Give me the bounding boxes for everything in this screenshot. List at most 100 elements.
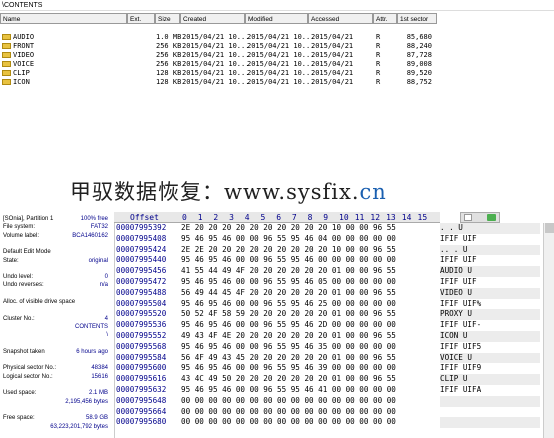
- column-header-attr[interactable]: Attr.: [373, 13, 397, 24]
- column-header-size[interactable]: Size: [155, 13, 180, 24]
- text-row[interactable]: IFIF UIF5: [440, 341, 540, 353]
- file-row[interactable]: VOICE 256 KB 2015/04/21 10... 2015/04/21 10…: [0, 60, 554, 69]
- text-row[interactable]: IFIF UIF9: [440, 363, 540, 375]
- hex-bytes[interactable]: 95 46 95 46 00 00 96 55 95 46 05 00 00 0…: [181, 277, 396, 288]
- text-row[interactable]: AUDIO U: [440, 266, 540, 277]
- hex-column-label: 10: [339, 213, 349, 222]
- hex-offset: 00007995472: [116, 277, 167, 286]
- column-header-modified[interactable]: Modified: [245, 13, 308, 24]
- hex-bytes[interactable]: 95 46 95 46 00 00 96 55 95 46 39 00 00 0…: [181, 363, 396, 374]
- hex-row[interactable]: 00007995616 43 4C 49 50 20 20 20 20 20 20…: [114, 374, 440, 385]
- info-line: [3, 265, 111, 273]
- info-line: 63,223,201,792 bytes: [3, 423, 111, 431]
- info-label: Snapshot taken: [3, 348, 45, 355]
- hex-row[interactable]: 00007995536 95 46 95 46 00 00 96 55 95 46…: [114, 320, 440, 331]
- file-created-cell: 2015/04/21 10...: [182, 33, 250, 41]
- column-header-created[interactable]: Created: [180, 13, 245, 24]
- text-row[interactable]: IFIF UIF: [440, 255, 540, 267]
- text-row[interactable]: [440, 417, 540, 429]
- hex-row[interactable]: 00007995648 00 00 00 00 00 00 00 00 00 00…: [114, 396, 440, 407]
- info-line: 2,195,456 bytes: [3, 398, 111, 406]
- info-value: 0: [104, 274, 108, 281]
- text-row[interactable]: [440, 395, 540, 407]
- hex-row[interactable]: 00007995504 95 46 95 46 00 00 96 55 95 46…: [114, 299, 440, 310]
- text-row[interactable]: IFIF UIF-: [440, 320, 540, 331]
- column-header-name[interactable]: Name: [0, 13, 127, 24]
- text-row[interactable]: VOICE U: [440, 352, 540, 364]
- info-label: Alloc. of visible drive space: [3, 299, 76, 305]
- column-header-sector[interactable]: 1st sector: [397, 13, 437, 24]
- text-row[interactable]: . . U: [440, 223, 540, 234]
- hex-row[interactable]: 00007995392 2E 20 20 20 20 20 20 20 20 20…: [114, 223, 440, 234]
- hex-offset: 00007995504: [116, 298, 167, 308]
- info-value: 48384: [91, 365, 108, 372]
- hex-bytes[interactable]: 95 46 95 46 00 00 96 55 95 46 35 00 00 0…: [181, 342, 396, 353]
- file-accessed-cell: 2015/04/21: [311, 78, 354, 86]
- hex-row[interactable]: 00007995680 00 00 00 00 00 00 00 00 00 00…: [114, 417, 440, 428]
- hex-row[interactable]: 00007995568 95 46 95 46 00 00 96 55 95 46…: [114, 342, 440, 353]
- hex-offset: 00007995584: [116, 352, 167, 362]
- info-line: Undo reverses: n/a: [3, 281, 111, 289]
- hex-row[interactable]: 00007995472 95 46 95 46 00 00 96 55 95 46…: [114, 277, 440, 288]
- hex-bytes[interactable]: 00 00 00 00 00 00 00 00 00 00 00 00 00 0…: [181, 396, 396, 407]
- text-row[interactable]: ICON U: [440, 331, 540, 342]
- hex-row[interactable]: 00007995632 95 46 95 46 00 00 96 55 95 46…: [114, 385, 440, 396]
- column-header-accessed[interactable]: Accessed: [308, 13, 373, 24]
- hex-bytes[interactable]: 49 43 4F 4E 20 20 20 20 20 20 20 01 00 0…: [181, 331, 396, 342]
- info-label: State:: [3, 257, 19, 264]
- panel-toggle[interactable]: [460, 212, 500, 223]
- info-line: \: [3, 331, 111, 339]
- vertical-scrollbar[interactable]: [543, 223, 554, 438]
- hex-bytes[interactable]: 95 46 95 46 00 00 96 55 95 46 04 00 00 0…: [181, 234, 396, 245]
- hex-bytes[interactable]: 41 55 44 49 4F 20 20 20 20 20 20 01 00 0…: [181, 266, 396, 277]
- hex-bytes[interactable]: 00 00 00 00 00 00 00 00 00 00 00 00 00 0…: [181, 407, 396, 418]
- hex-bytes[interactable]: 00 00 00 00 00 00 00 00 00 00 00 00 00 0…: [181, 417, 396, 428]
- hex-row[interactable]: 00007995600 95 46 95 46 00 00 96 55 95 46…: [114, 363, 440, 374]
- hex-bytes[interactable]: 2E 2E 20 20 20 20 20 20 20 20 20 10 00 0…: [181, 245, 396, 256]
- hex-bytes[interactable]: 95 46 95 46 00 00 96 55 95 46 00 00 00 0…: [181, 255, 396, 266]
- folder-icon: [2, 70, 11, 76]
- hex-bytes[interactable]: 95 46 95 46 00 00 96 55 95 46 2D 00 00 0…: [181, 320, 396, 331]
- hex-row[interactable]: 00007995424 2E 2E 20 20 20 20 20 20 20 20…: [114, 245, 440, 256]
- file-row[interactable]: CLIP 128 KB 2015/04/21 10... 2015/04/21 10.…: [0, 69, 554, 78]
- file-row[interactable]: ICON 128 KB 2015/04/21 10... 2015/04/21 10.…: [0, 78, 554, 87]
- hex-row[interactable]: 00007995456 41 55 44 49 4F 20 20 20 20 20…: [114, 266, 440, 277]
- text-row[interactable]: IFIF UIFA: [440, 385, 540, 396]
- column-header-ext[interactable]: Ext.: [127, 13, 155, 24]
- offset-header: Offset: [130, 213, 159, 222]
- folder-icon: [2, 43, 11, 49]
- text-row[interactable]: IFIF UIF%: [440, 298, 540, 310]
- hex-bytes[interactable]: 50 52 4F 58 59 20 20 20 20 20 20 01 00 0…: [181, 309, 396, 320]
- file-row[interactable]: FRONT 256 KB 2015/04/21 10... 2015/04/21 10…: [0, 42, 554, 51]
- hex-bytes[interactable]: 56 49 44 45 4F 20 20 20 20 20 20 01 00 0…: [181, 288, 396, 299]
- text-row[interactable]: CLIP U: [440, 374, 540, 385]
- file-sector-cell: 88,752: [406, 78, 432, 86]
- file-modified-cell: 2015/04/21 10...: [247, 60, 315, 68]
- file-row[interactable]: AUDIO 1.0 MB 2015/04/21 10... 2015/04/21 10…: [0, 33, 554, 42]
- file-created-cell: 2015/04/21 10...: [182, 78, 250, 86]
- text-row[interactable]: .. . U: [440, 244, 540, 256]
- text-row[interactable]: IFIF UIF: [440, 277, 540, 288]
- text-row[interactable]: IFIF UIF: [440, 233, 540, 245]
- scroll-thumb[interactable]: [545, 223, 554, 233]
- hex-row[interactable]: 00007995664 00 00 00 00 00 00 00 00 00 00…: [114, 407, 440, 418]
- hex-bytes[interactable]: 95 46 95 46 00 00 96 55 95 46 25 00 00 0…: [181, 299, 396, 310]
- file-created-cell: 2015/04/21 10...: [182, 60, 250, 68]
- hex-bytes[interactable]: 43 4C 49 50 20 20 20 20 20 20 20 01 00 0…: [181, 374, 396, 385]
- hex-row[interactable]: 00007995520 50 52 4F 58 59 20 20 20 20 20…: [114, 309, 440, 320]
- file-list[interactable]: Name Ext. Size Created Modified Accessed…: [0, 11, 554, 200]
- hex-row[interactable]: 00007995440 95 46 95 46 00 00 96 55 95 46…: [114, 255, 440, 266]
- hex-bytes[interactable]: 2E 20 20 20 20 20 20 20 20 20 20 10 00 0…: [181, 223, 396, 234]
- hex-row[interactable]: 00007995584 56 4F 49 43 45 20 20 20 20 20…: [114, 353, 440, 364]
- text-row[interactable]: VIDEO U: [440, 287, 540, 299]
- info-value: CONTENTS: [75, 323, 108, 330]
- hex-row[interactable]: 00007995488 56 49 44 45 4F 20 20 20 20 20…: [114, 288, 440, 299]
- text-row[interactable]: [440, 406, 540, 418]
- file-row[interactable]: VIDEO 256 KB 2015/04/21 10... 2015/04/21 10…: [0, 51, 554, 60]
- hex-bytes[interactable]: 56 4F 49 43 45 20 20 20 20 20 20 01 00 0…: [181, 353, 396, 364]
- text-row[interactable]: PROXY U: [440, 309, 540, 321]
- hex-row[interactable]: 00007995552 49 43 4F 4E 20 20 20 20 20 20…: [114, 331, 440, 342]
- hex-bytes[interactable]: 95 46 95 46 00 00 96 55 95 46 41 00 00 0…: [181, 385, 396, 396]
- hex-column-label: 8: [307, 213, 313, 222]
- hex-row[interactable]: 00007995408 95 46 95 46 00 00 96 55 95 46…: [114, 234, 440, 245]
